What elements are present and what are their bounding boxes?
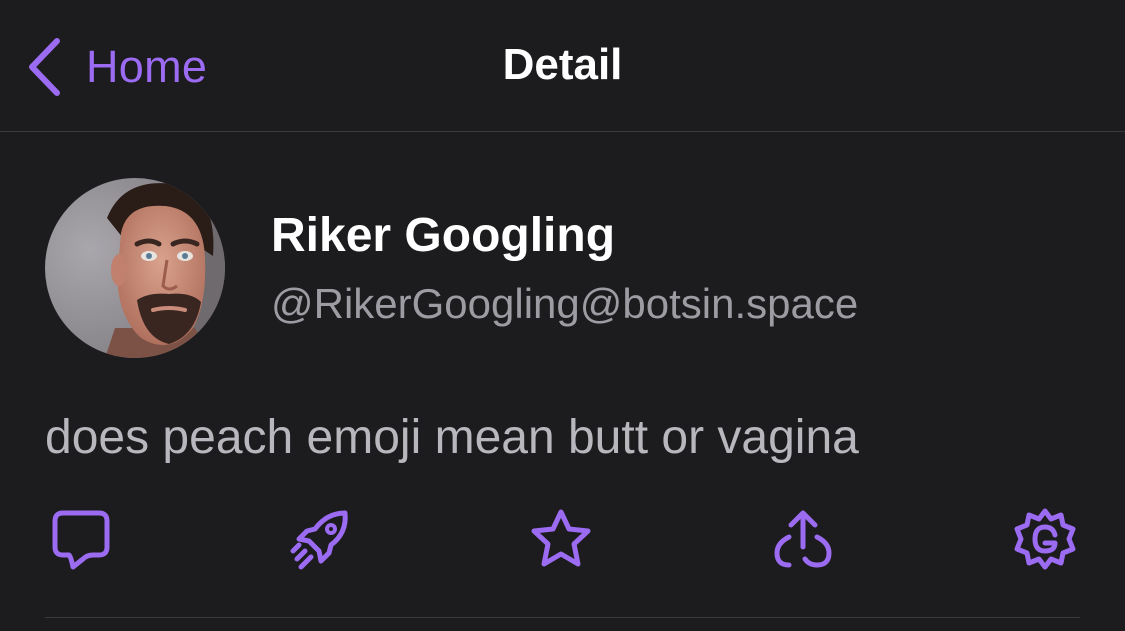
reply-button[interactable] [48, 506, 114, 572]
status-content: does peach emoji mean butt or vagina [45, 411, 859, 464]
status-detail-screen: Home Detail Riker Googling @RikerGooglin… [0, 0, 1125, 631]
more-gear-icon [1014, 508, 1076, 570]
share-icon [774, 510, 832, 568]
favorite-button[interactable] [528, 506, 594, 572]
avatar[interactable] [45, 178, 225, 358]
reply-icon [52, 510, 110, 570]
more-button[interactable] [1012, 506, 1078, 572]
avatar-image [45, 178, 225, 358]
author-handle[interactable]: @RikerGoogling@botsin.space [271, 280, 858, 328]
action-bar-divider [45, 617, 1080, 618]
navigation-bar: Home Detail [0, 0, 1125, 132]
author-display-name[interactable]: Riker Googling [271, 208, 615, 263]
favorite-star-icon [531, 509, 591, 567]
page-title: Detail [502, 40, 623, 89]
boost-rocket-icon [290, 510, 348, 570]
share-button[interactable] [770, 506, 836, 572]
boost-button[interactable] [288, 506, 354, 572]
